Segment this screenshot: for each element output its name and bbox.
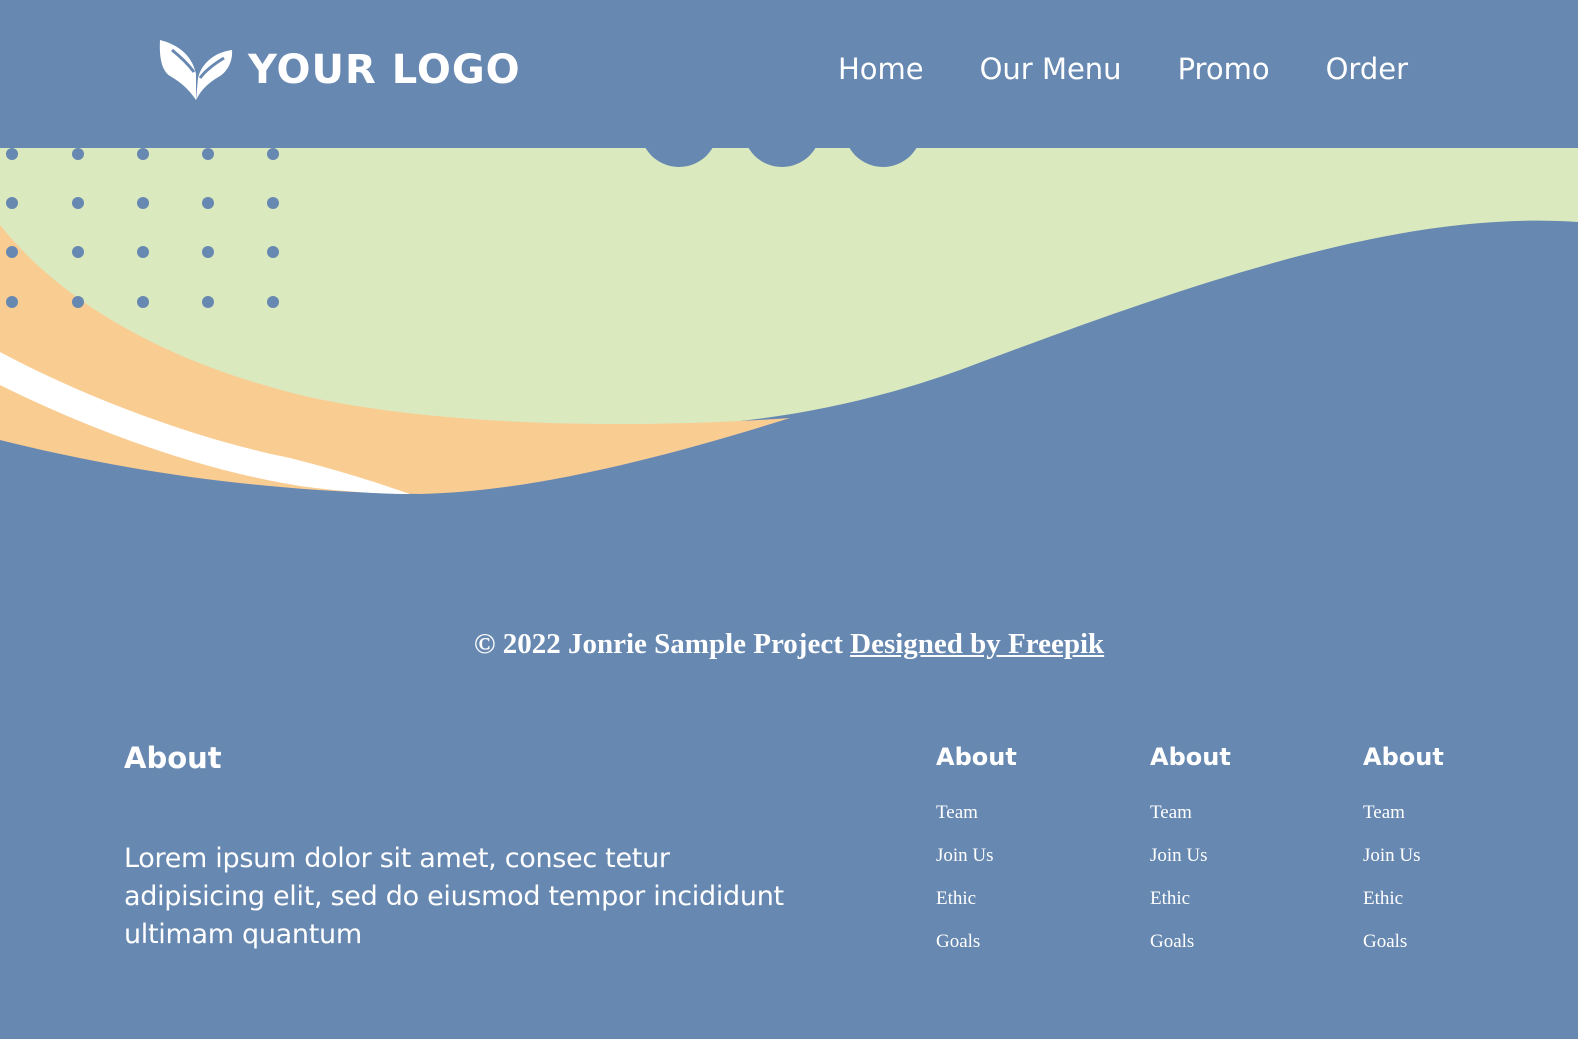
about-heading: About xyxy=(124,741,222,775)
footer-column-heading: About xyxy=(1150,743,1231,771)
nav-home[interactable]: Home xyxy=(838,52,924,87)
footer-link-goals[interactable]: Goals xyxy=(1363,931,1407,952)
footer-link-list: Team Join Us Ethic Goals xyxy=(1150,791,1330,963)
main-nav: Home Our Menu Promo Order xyxy=(838,52,1408,87)
copyright-line: © 2022 Jonrie Sample Project Designed by… xyxy=(0,628,1578,661)
list-item: Goals xyxy=(1363,920,1543,963)
list-item: Goals xyxy=(936,920,1116,963)
footer-column-heading: About xyxy=(936,743,1017,771)
copyright-text: © 2022 Jonrie Sample Project xyxy=(473,628,851,660)
footer-column-3: About Team Join Us Ethic Goals xyxy=(1363,742,1543,963)
footer-link-join-us[interactable]: Join Us xyxy=(1150,845,1208,866)
nav-order[interactable]: Order xyxy=(1326,52,1408,87)
footer-link-list: Team Join Us Ethic Goals xyxy=(936,791,1116,963)
footer-link-team[interactable]: Team xyxy=(1363,802,1405,823)
footer-column-heading: About xyxy=(1363,743,1444,771)
about-section: About Lorem ipsum dolor sit amet, consec… xyxy=(124,740,804,954)
list-item: Team xyxy=(1150,791,1330,834)
footer-link-list: Team Join Us Ethic Goals xyxy=(1363,791,1543,963)
list-item: Goals xyxy=(1150,920,1330,963)
logo-text: YOUR LOGO xyxy=(248,47,521,93)
list-item: Ethic xyxy=(1150,877,1330,920)
page: YOUR LOGO Home Our Menu Promo Order © 20… xyxy=(0,0,1578,1039)
footer-link-ethic[interactable]: Ethic xyxy=(936,888,976,909)
logo-link[interactable]: YOUR LOGO xyxy=(158,38,521,102)
footer-link-join-us[interactable]: Join Us xyxy=(936,845,994,866)
footer-link-ethic[interactable]: Ethic xyxy=(1363,888,1403,909)
list-item: Ethic xyxy=(1363,877,1543,920)
nav-our-menu[interactable]: Our Menu xyxy=(980,52,1122,87)
nav-promo[interactable]: Promo xyxy=(1178,52,1270,87)
site-header: YOUR LOGO Home Our Menu Promo Order xyxy=(0,0,1578,148)
footer-link-ethic[interactable]: Ethic xyxy=(1150,888,1190,909)
list-item: Join Us xyxy=(936,834,1116,877)
footer-link-goals[interactable]: Goals xyxy=(936,931,980,952)
list-item: Join Us xyxy=(1363,834,1543,877)
footer-link-team[interactable]: Team xyxy=(936,802,978,823)
footer-column-2: About Team Join Us Ethic Goals xyxy=(1150,742,1330,963)
footer-link-join-us[interactable]: Join Us xyxy=(1363,845,1421,866)
about-description: Lorem ipsum dolor sit amet, consec tetur… xyxy=(124,842,784,950)
site-footer: About Lorem ipsum dolor sit amet, consec… xyxy=(0,740,1578,1039)
list-item: Team xyxy=(936,791,1116,834)
list-item: Ethic xyxy=(936,877,1116,920)
footer-link-goals[interactable]: Goals xyxy=(1150,931,1194,952)
leaf-logo-icon xyxy=(159,40,233,100)
footer-link-team[interactable]: Team xyxy=(1150,802,1192,823)
freepik-credit-link[interactable]: Designed by Freepik xyxy=(850,628,1104,660)
footer-column-1: About Team Join Us Ethic Goals xyxy=(936,742,1116,963)
list-item: Join Us xyxy=(1150,834,1330,877)
list-item: Team xyxy=(1363,791,1543,834)
